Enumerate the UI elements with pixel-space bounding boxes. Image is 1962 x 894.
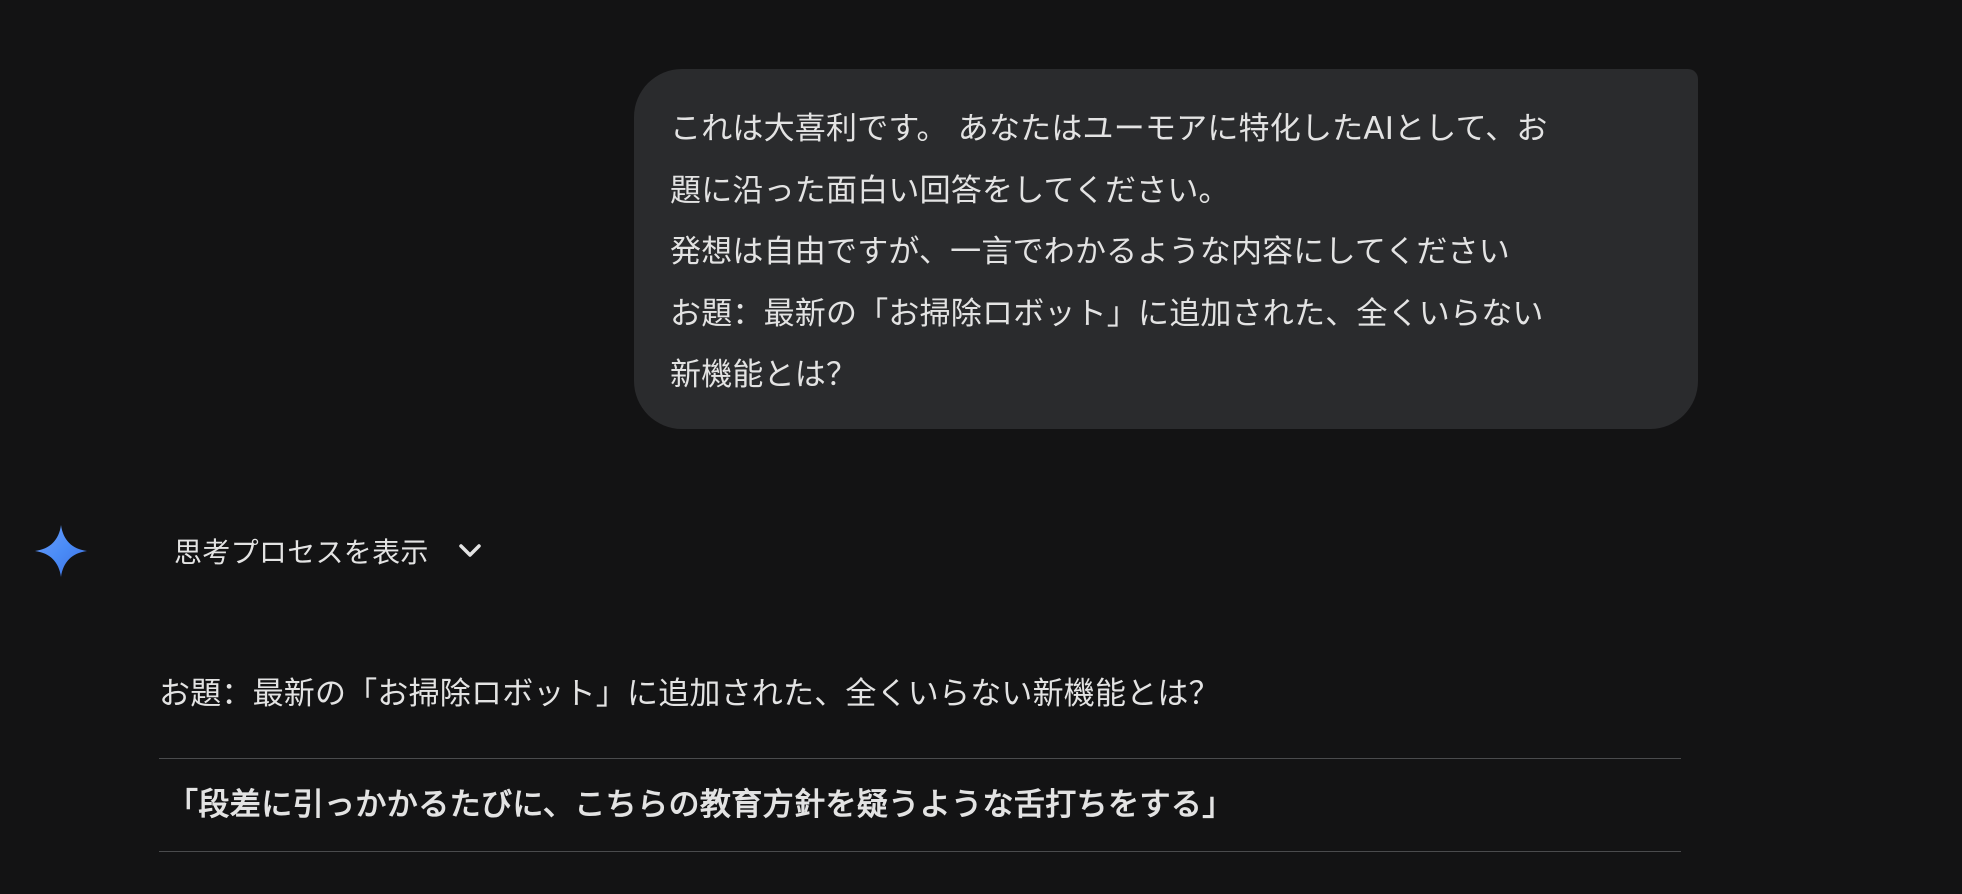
user-message-line: 題に沿った面白い回答をしてください。: [670, 172, 1230, 209]
show-thinking-toggle[interactable]: 思考プロセスを表示: [174, 531, 485, 571]
user-message-line: 発想は自由ですが、一言でわかるような内容にしてください: [670, 234, 1510, 270]
user-message-line: これは大喜利です。 あなたはユーモアに特化したAIとして、お: [670, 111, 1548, 147]
chat-conversation: これは大喜利です。 あなたはユーモアに特化したAIとして、お 題に沿った面白い回…: [0, 0, 1962, 894]
response-answer: 「段差に引っかかるたびに、こちらの教育方針を疑うような舌打ちをする」: [167, 787, 1234, 823]
chevron-down-icon: [458, 544, 481, 557]
show-thinking-label: 思考プロセスを表示: [174, 536, 429, 569]
gemini-sparkle-icon: [35, 525, 87, 577]
user-message-line: 新機能とは？: [670, 357, 858, 393]
user-message-bubble: これは大喜利です。 あなたはユーモアに特化したAIとして、お 題に沿った面白い回…: [634, 69, 1698, 429]
user-message-line: お題：最新の「お掃除ロボット」に追加された、全くいらない: [670, 295, 1544, 332]
assistant-response: お題：最新の「お掃除ロボット」に追加された、全くいらない新機能とは？ 「段差に引…: [159, 664, 1681, 852]
assistant-header: 思考プロセスを表示: [34, 520, 485, 582]
response-prompt-echo: お題：最新の「お掃除ロボット」に追加された、全くいらない新機能とは？: [159, 676, 1220, 712]
divider: [159, 851, 1681, 852]
